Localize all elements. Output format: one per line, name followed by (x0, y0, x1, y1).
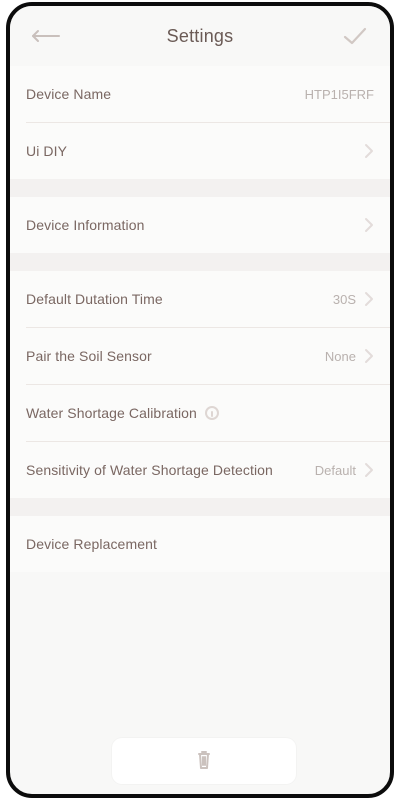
water-shortage-calibration-left: Water Shortage Calibration (26, 405, 219, 421)
row-device-name[interactable]: Device Name HTP1I5FRF (10, 66, 390, 122)
trash-icon (198, 750, 210, 769)
sensitivity-water-shortage-label: Sensitivity of Water Shortage Detection (26, 462, 273, 478)
settings-list: Device Name HTP1I5FRF Ui DIY Device Info… (10, 66, 390, 572)
section-separator (10, 253, 390, 271)
delete-button[interactable] (192, 747, 216, 776)
row-pair-soil-sensor[interactable]: Pair the Soil Sensor None (10, 328, 390, 384)
info-icon[interactable] (204, 406, 219, 420)
ui-diy-right (364, 143, 374, 159)
pair-soil-sensor-right: None (325, 348, 374, 364)
chevron-right-icon (365, 144, 373, 158)
row-water-shortage-calibration[interactable]: Water Shortage Calibration (10, 385, 390, 441)
default-duration-label: Default Dutation Time (26, 291, 163, 307)
back-arrow-icon (32, 30, 60, 42)
chevron-right-icon (365, 349, 373, 363)
pair-soil-sensor-label: Pair the Soil Sensor (26, 348, 152, 364)
pair-soil-sensor-value: None (324, 348, 356, 364)
ui-diy-label: Ui DIY (26, 143, 68, 159)
device-name-value: HTP1I5FRF (304, 86, 374, 102)
chevron-right-icon (365, 218, 373, 232)
water-shortage-calibration-label: Water Shortage Calibration (26, 405, 197, 421)
phone-frame: Settings Device Name HTP1I5FRF Ui DIY De… (6, 2, 394, 798)
row-sensitivity-water-shortage[interactable]: Sensitivity of Water Shortage Detection … (10, 442, 390, 498)
confirm-button[interactable] (336, 22, 374, 50)
row-default-duration[interactable]: Default Dutation Time 30S (10, 271, 390, 327)
sensitivity-water-shortage-right: Default (315, 462, 374, 478)
row-device-information[interactable]: Device Information (10, 197, 390, 253)
page-title: Settings (166, 25, 234, 46)
section-separator (10, 498, 390, 516)
device-name-value-wrap: HTP1I5FRF (305, 87, 374, 102)
bottom-action-bar (112, 738, 296, 784)
sensitivity-water-shortage-value: Default (314, 462, 356, 478)
default-duration-value: 30S (332, 291, 356, 307)
device-information-label: Device Information (26, 217, 145, 233)
device-information-right (364, 217, 374, 233)
back-button[interactable] (26, 22, 64, 50)
device-replacement-label: Device Replacement (26, 536, 157, 552)
check-icon (343, 27, 367, 45)
device-name-label: Device Name (26, 86, 112, 102)
top-bar: Settings (10, 6, 390, 66)
chevron-right-icon (365, 292, 373, 306)
default-duration-right: 30S (333, 291, 374, 307)
section-separator (10, 179, 390, 197)
row-device-replacement[interactable]: Device Replacement (10, 516, 390, 572)
row-ui-diy[interactable]: Ui DIY (10, 123, 390, 179)
chevron-right-icon (365, 463, 373, 477)
